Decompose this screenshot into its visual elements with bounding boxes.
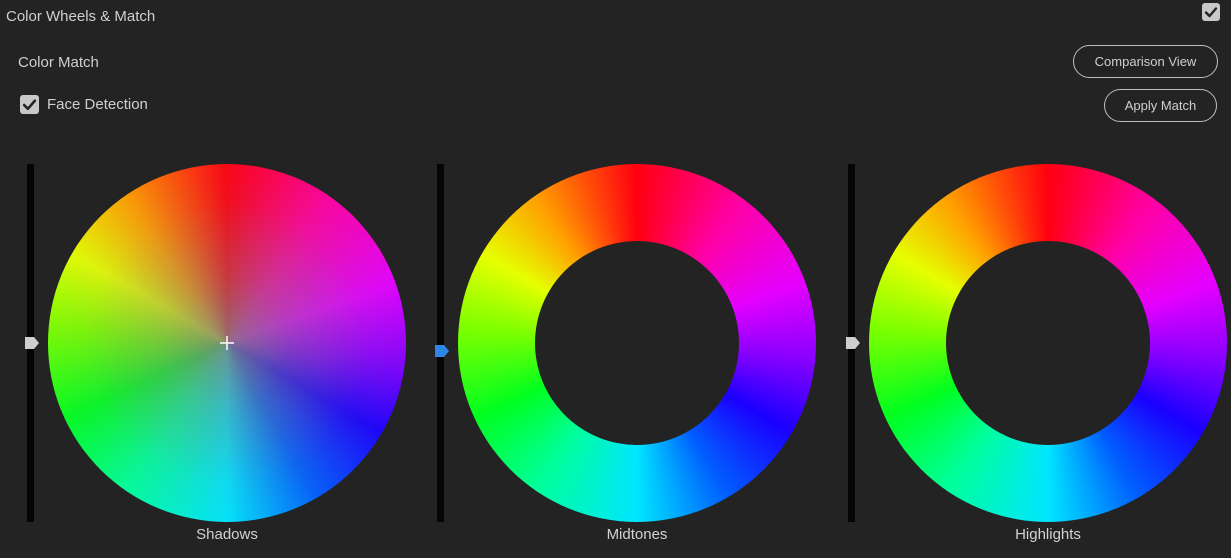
shadows-label: Shadows <box>196 526 258 543</box>
midtones-color-wheel[interactable] <box>458 164 816 522</box>
highlights-color-wheel[interactable] <box>869 164 1227 522</box>
shadows-slider-handle[interactable] <box>25 337 39 349</box>
checkmark-icon <box>22 99 37 111</box>
face-detection-label: Face Detection <box>47 96 148 113</box>
midtones-slider-handle[interactable] <box>435 345 449 357</box>
shadows-color-wheel[interactable] <box>48 164 406 522</box>
face-detection-checkbox[interactable] <box>20 95 39 114</box>
highlights-slider-handle[interactable] <box>846 337 860 349</box>
color-match-title: Color Match <box>18 54 99 71</box>
section-enable-checkbox[interactable] <box>1202 3 1220 21</box>
comparison-view-button[interactable]: Comparison View <box>1073 45 1218 78</box>
midtones-luminance-slider[interactable] <box>437 164 444 522</box>
face-detection-row[interactable]: Face Detection <box>20 95 148 114</box>
highlights-label: Highlights <box>1015 526 1081 543</box>
section-title: Color Wheels & Match <box>6 8 156 25</box>
midtones-label: Midtones <box>606 526 668 543</box>
crosshair-icon[interactable] <box>220 336 234 350</box>
checkmark-icon <box>1204 7 1218 18</box>
apply-match-button[interactable]: Apply Match <box>1104 89 1217 122</box>
